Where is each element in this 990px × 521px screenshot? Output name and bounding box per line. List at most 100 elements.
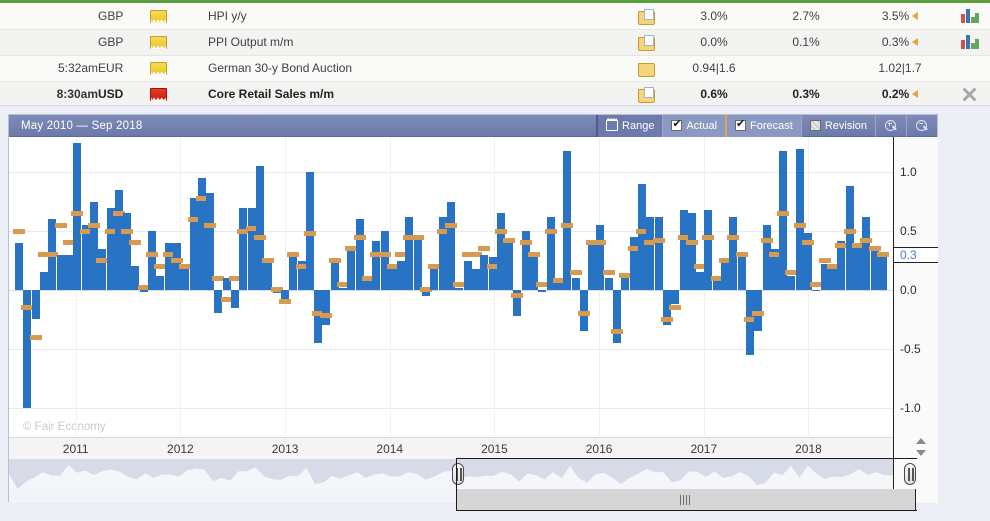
actual-bar[interactable]	[646, 217, 655, 290]
table-row[interactable]: GBP HPI y/y 3.0% 2.7% 3.5%	[0, 3, 990, 30]
actual-bar[interactable]	[829, 268, 838, 290]
revision-toggle[interactable]: Revision	[800, 114, 875, 137]
actual-bar[interactable]	[613, 289, 622, 343]
bar-chart-plot[interactable]: © Fair Economy	[9, 137, 893, 437]
actual-bar[interactable]	[571, 278, 580, 290]
forecast-marker[interactable]	[353, 234, 366, 240]
actual-bar[interactable]	[139, 289, 148, 293]
forecast-marker[interactable]	[735, 252, 748, 258]
navigator-handle-left[interactable]	[452, 463, 464, 485]
actual-bar[interactable]	[638, 184, 646, 290]
actual-bar[interactable]	[862, 217, 871, 290]
navigator-handle-right[interactable]	[904, 463, 916, 485]
actual-bar[interactable]	[164, 242, 173, 290]
forecast-marker[interactable]	[13, 228, 26, 234]
forecast-marker[interactable]	[378, 252, 391, 258]
actual-bar[interactable]	[73, 142, 82, 290]
forecast-marker[interactable]	[793, 222, 806, 228]
vertical-zoom-spinner[interactable]	[912, 436, 930, 466]
forecast-marker[interactable]	[478, 246, 491, 252]
actual-bar[interactable]	[106, 207, 115, 290]
event-name[interactable]: Core Retail Sales m/m	[208, 81, 622, 108]
folder-page-icon[interactable]	[637, 8, 655, 25]
arrow-down-icon[interactable]	[916, 450, 926, 456]
actual-bar[interactable]	[148, 231, 157, 290]
table-row[interactable]: 8:30am USD Core Retail Sales m/m 0.6% 0.3% 0.…	[0, 81, 990, 108]
forecast-marker[interactable]	[54, 222, 67, 228]
forecast-marker[interactable]	[685, 240, 698, 246]
actual-bar[interactable]	[696, 272, 705, 290]
actual-bar[interactable]	[405, 217, 414, 290]
actual-bar[interactable]	[89, 201, 98, 290]
forecast-marker[interactable]	[868, 246, 881, 252]
forecast-marker[interactable]	[170, 258, 183, 264]
actual-bar[interactable]	[388, 266, 397, 290]
actual-bar[interactable]	[496, 213, 505, 290]
forecast-marker[interactable]	[287, 252, 300, 258]
actual-bar[interactable]	[98, 248, 107, 290]
forecast-marker[interactable]	[328, 258, 341, 264]
forecast-marker[interactable]	[777, 210, 790, 216]
actual-bar[interactable]	[671, 289, 680, 305]
actual-bar[interactable]	[538, 289, 547, 293]
forecast-marker[interactable]	[411, 234, 424, 240]
forecast-marker[interactable]	[652, 238, 665, 244]
actual-bar[interactable]	[81, 225, 90, 290]
forecast-marker[interactable]	[843, 228, 856, 234]
actual-bar[interactable]	[280, 289, 289, 300]
forecast-marker[interactable]	[860, 238, 873, 244]
forecast-marker[interactable]	[544, 228, 557, 234]
forecast-marker[interactable]	[129, 240, 142, 246]
actual-bar[interactable]	[289, 254, 298, 290]
actual-bar[interactable]	[156, 275, 165, 290]
actual-bar[interactable]	[629, 237, 638, 290]
navigator-scrollbar[interactable]	[456, 489, 916, 511]
actual-bar[interactable]	[455, 287, 464, 290]
forecast-marker[interactable]	[528, 252, 541, 258]
forecast-marker[interactable]	[577, 310, 590, 316]
actual-bar[interactable]	[40, 272, 49, 290]
event-name[interactable]: German 30-y Bond Auction	[208, 55, 622, 82]
actual-bar[interactable]	[397, 260, 406, 290]
forecast-marker[interactable]	[802, 240, 815, 246]
actual-bar[interactable]	[31, 289, 40, 320]
forecast-marker[interactable]	[503, 238, 516, 244]
actual-bar[interactable]	[123, 213, 132, 290]
actual-bar[interactable]	[430, 266, 439, 290]
actual-bar[interactable]	[604, 278, 613, 290]
forecast-marker[interactable]	[494, 228, 507, 234]
actual-bar[interactable]	[878, 254, 887, 290]
actual-bar[interactable]	[347, 248, 356, 290]
forecast-marker[interactable]	[594, 240, 607, 246]
actual-bar[interactable]	[463, 260, 472, 290]
actual-bar[interactable]	[264, 260, 273, 290]
actual-bar[interactable]	[762, 225, 771, 290]
zoom-out-button[interactable]	[906, 114, 937, 137]
actual-bar[interactable]	[596, 225, 605, 290]
forecast-marker[interactable]	[519, 240, 532, 246]
actual-toggle[interactable]: Actual	[662, 114, 726, 137]
actual-bar[interactable]	[339, 287, 348, 290]
actual-bar[interactable]	[679, 209, 688, 290]
actual-bar[interactable]	[247, 207, 256, 290]
actual-bar[interactable]	[845, 186, 854, 290]
bar-graph-icon[interactable]	[960, 35, 979, 50]
arrow-up-icon[interactable]	[916, 438, 926, 444]
actual-bar[interactable]	[654, 217, 663, 290]
forecast-marker[interactable]	[727, 234, 740, 240]
navigator-scroll-thumb[interactable]	[457, 489, 915, 510]
actual-bar[interactable]	[189, 198, 198, 290]
forecast-marker[interactable]	[611, 328, 624, 334]
actual-bar[interactable]	[853, 245, 862, 290]
actual-bar[interactable]	[15, 242, 24, 290]
forecast-marker[interactable]	[760, 238, 773, 244]
forecast-marker[interactable]	[876, 252, 889, 258]
forecast-marker[interactable]	[204, 222, 217, 228]
forecast-marker[interactable]	[511, 293, 524, 299]
folder-page-icon[interactable]	[637, 87, 655, 104]
actual-bar[interactable]	[795, 148, 804, 290]
chart-navigator[interactable]	[9, 458, 917, 511]
forecast-marker[interactable]	[669, 305, 682, 311]
close-icon[interactable]	[962, 87, 977, 102]
actual-bar[interactable]	[787, 275, 796, 290]
